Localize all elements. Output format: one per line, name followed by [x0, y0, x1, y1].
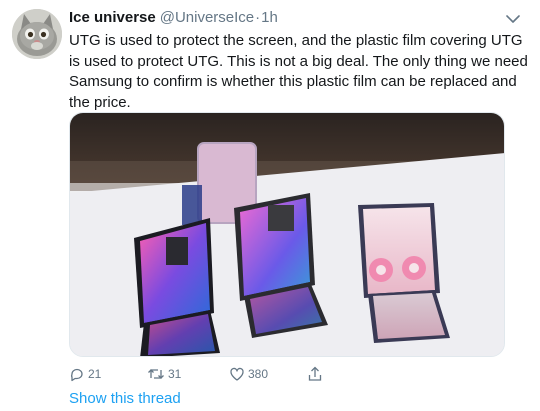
- share-button[interactable]: [307, 365, 323, 383]
- heart-icon: [230, 367, 244, 381]
- reply-count: 21: [88, 367, 102, 381]
- show-thread-link[interactable]: Show this thread: [69, 390, 181, 407]
- tweet-actions: 21 31 380: [69, 365, 329, 383]
- author-name[interactable]: Ice universe: [69, 9, 156, 26]
- like-count: 380: [248, 367, 269, 381]
- reply-button[interactable]: 21: [69, 365, 101, 383]
- author-handle[interactable]: @UniverseIce: [160, 9, 254, 26]
- like-button[interactable]: 380: [229, 365, 268, 383]
- retweet-icon: [148, 369, 164, 379]
- retweet-button[interactable]: 31: [147, 365, 181, 383]
- cat-avatar-image: [12, 9, 62, 59]
- chevron-down-icon[interactable]: [505, 12, 521, 24]
- tweet-media-image[interactable]: [69, 112, 505, 357]
- tweet-text: UTG is used to protect the screen, and t…: [69, 32, 528, 111]
- phones-photo: [70, 113, 504, 356]
- tweet-timestamp[interactable]: 1h: [261, 9, 278, 26]
- tweet[interactable]: Ice universe @UniverseIce · 1h UTG is us…: [0, 0, 540, 411]
- reply-icon: [70, 368, 83, 382]
- retweet-count: 31: [168, 367, 182, 381]
- separator-dot: ·: [255, 9, 261, 26]
- share-icon: [308, 366, 322, 381]
- tweet-header: Ice universe @UniverseIce · 1h: [69, 9, 278, 29]
- avatar[interactable]: [12, 9, 62, 59]
